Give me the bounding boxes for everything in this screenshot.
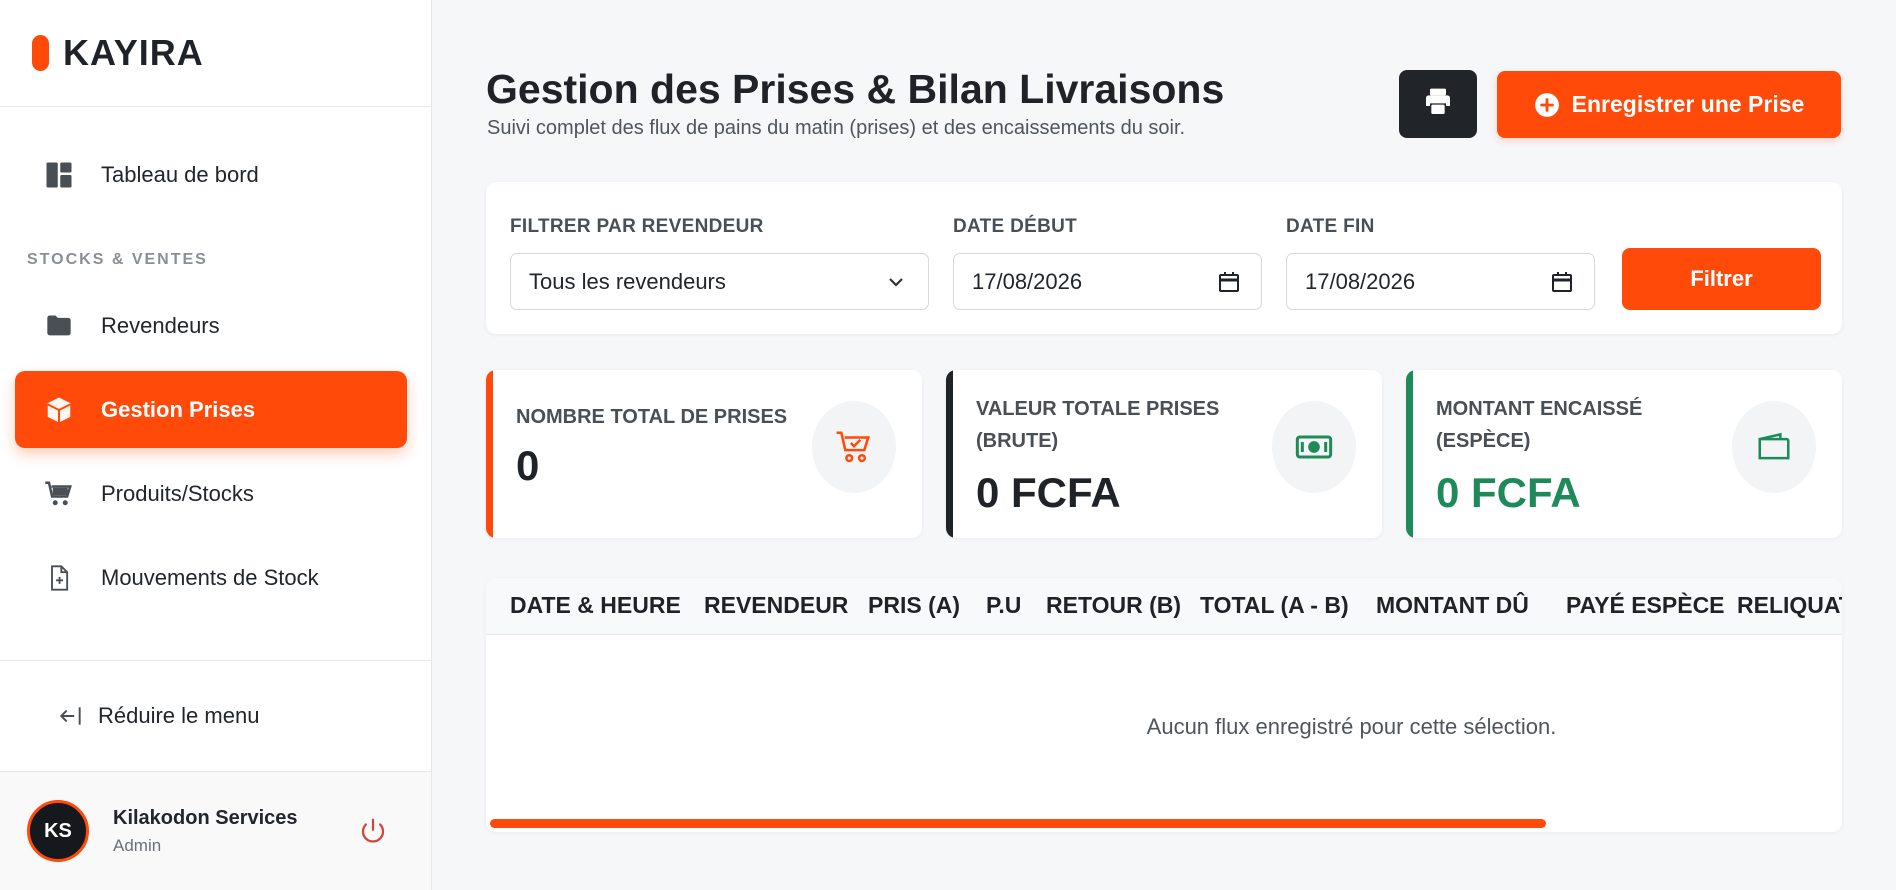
table-header: DATE & HEURE REVENDEUR PRIS (A) P.U RETO…	[486, 578, 1842, 635]
stat-label: NOMBRE TOTAL DE PRISES	[516, 406, 788, 428]
column-header: PRIS (A)	[868, 592, 960, 618]
reseller-select-value: Tous les revendeurs	[529, 268, 726, 294]
stat-card-montant-encaisse: MONTANT ENCAISSÉ (ESPÈCE) 0 FCFA	[1406, 370, 1842, 538]
sidebar-item-dashboard[interactable]: Tableau de bord	[15, 136, 407, 213]
user-panel: KS Kilakodon Services Admin	[0, 772, 431, 890]
avatar: KS	[27, 800, 89, 862]
end-date-input[interactable]: 17/08/2026	[1286, 253, 1595, 310]
stat-accent-bar	[946, 370, 953, 538]
sidebar-item-label: Tableau de bord	[101, 161, 259, 187]
start-date-value: 17/08/2026	[972, 268, 1083, 294]
sidebar-item-mouvements[interactable]: Mouvements de Stock	[15, 539, 407, 616]
sidebar-item-produits[interactable]: Produits/Stocks	[15, 455, 407, 532]
file-plus-icon	[43, 562, 75, 594]
box-icon	[43, 394, 75, 426]
user-role: Admin	[113, 835, 162, 855]
stat-value: 0 FCFA	[976, 469, 1121, 516]
stat-value: 0	[516, 442, 540, 489]
stat-accent-bar	[486, 370, 493, 538]
end-date-label: DATE FIN	[1286, 216, 1375, 237]
reseller-filter-label: FILTRER PAR REVENDEUR	[510, 216, 764, 237]
end-date-value: 17/08/2026	[1305, 268, 1416, 294]
chevron-down-icon	[884, 270, 908, 294]
brand-logo-mark	[32, 35, 49, 71]
sidebar-item-revendeurs[interactable]: Revendeurs	[15, 287, 407, 364]
brand: KAYIRA	[0, 0, 431, 107]
add-prise-label: Enregistrer une Prise	[1571, 91, 1805, 117]
collapse-menu-label: Réduire le menu	[98, 703, 260, 728]
column-header: P.U	[986, 592, 1022, 618]
cash-icon	[1272, 401, 1356, 493]
print-button[interactable]	[1399, 70, 1477, 138]
user-info: Kilakodon Services Admin	[113, 807, 298, 856]
stat-card-valeur-totale: VALEUR TOTALE PRISES (BRUTE) 0 FCFA	[946, 370, 1382, 538]
printer-icon	[1422, 86, 1454, 123]
start-date-label: DATE DÉBUT	[953, 216, 1078, 237]
stat-value: 0 FCFA	[1436, 469, 1581, 516]
column-header: REVENDEUR	[704, 592, 849, 618]
cart-check-icon	[812, 401, 896, 493]
calendar-icon[interactable]	[1217, 270, 1241, 294]
calendar-icon[interactable]	[1550, 270, 1574, 294]
add-prise-button[interactable]: Enregistrer une Prise	[1497, 71, 1841, 138]
folder-icon	[43, 310, 75, 342]
page-title: Gestion des Prises & Bilan Livraisons	[486, 66, 1225, 112]
stat-accent-bar	[1406, 370, 1413, 538]
table-empty-message: Aucun flux enregistré pour cette sélecti…	[1146, 714, 1557, 739]
wallet-icon	[1732, 401, 1816, 493]
stat-label: VALEUR TOTALE PRISES (BRUTE)	[976, 398, 1220, 452]
sidebar-nav: Tableau de bord STOCKS & VENTES Revendeu…	[0, 108, 431, 660]
stat-label: MONTANT ENCAISSÉ (ESPÈCE)	[1436, 398, 1643, 452]
sidebar-item-label: Revendeurs	[101, 312, 220, 338]
filter-panel: FILTRER PAR REVENDEUR Tous les revendeur…	[486, 182, 1842, 334]
flux-table: DATE & HEURE REVENDEUR PRIS (A) P.U RETO…	[486, 578, 1842, 832]
user-name: Kilakodon Services	[113, 806, 298, 829]
start-date-input[interactable]: 17/08/2026	[953, 253, 1262, 310]
column-header: RETOUR (B)	[1046, 592, 1182, 618]
cart-icon	[43, 478, 75, 510]
stat-card-total-prises: NOMBRE TOTAL DE PRISES 0	[486, 370, 922, 538]
column-header: MONTANT DÛ	[1376, 592, 1529, 618]
collapse-menu-button[interactable]: Réduire le menu	[0, 660, 431, 772]
plus-circle-icon	[1534, 92, 1560, 118]
sidebar-section-label: STOCKS & VENTES	[27, 251, 208, 268]
main-content: Gestion des Prises & Bilan Livraisons Su…	[432, 0, 1896, 890]
power-icon[interactable]	[358, 816, 388, 846]
column-header: DATE & HEURE	[510, 592, 681, 618]
column-header: PAYÉ ESPÈCE	[1566, 592, 1725, 618]
sidebar-item-label: Mouvements de Stock	[101, 564, 319, 590]
sidebar-item-label: Gestion Prises	[101, 396, 256, 422]
reseller-select[interactable]: Tous les revendeurs	[510, 253, 929, 310]
filter-button[interactable]: Filtrer	[1622, 248, 1821, 310]
column-header: TOTAL (A - B)	[1200, 592, 1349, 618]
horizontal-scrollbar[interactable]	[490, 819, 1546, 828]
dashboard-icon	[43, 159, 75, 191]
sidebar: KAYIRA Tableau de bord STOCKS & VENTES R…	[0, 0, 432, 890]
column-header: RELIQUAT	[1737, 592, 1842, 618]
collapse-arrow-icon	[58, 703, 84, 729]
brand-name: KAYIRA	[63, 32, 204, 73]
sidebar-item-label: Produits/Stocks	[101, 480, 254, 506]
page-subtitle: Suivi complet des flux de pains du matin…	[487, 117, 1186, 139]
sidebar-item-gestion-prises[interactable]: Gestion Prises	[15, 371, 407, 448]
